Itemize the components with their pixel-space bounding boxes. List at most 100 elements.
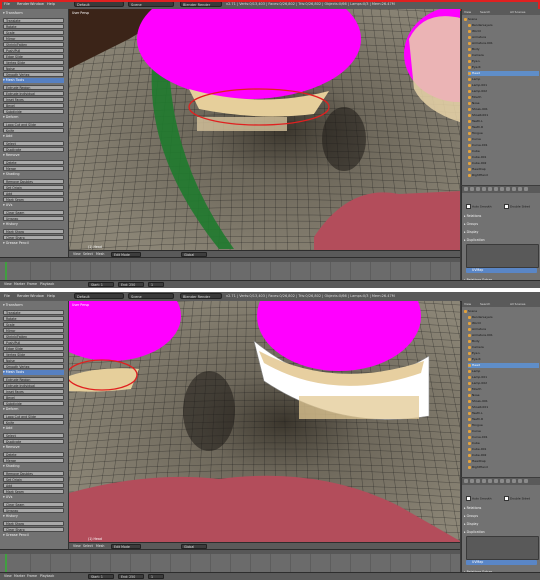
outliner-row[interactable]: Curve <box>468 429 539 434</box>
outliner-row[interactable]: Curve.001 <box>468 143 539 148</box>
tool-button-noise[interactable]: Noise <box>3 66 64 71</box>
properties-tab-icon[interactable] <box>494 187 498 191</box>
tool-button-mark-sharp[interactable]: Mark Sharp <box>3 521 64 526</box>
auto-smooth-checkbox[interactable]: Auto Smooth <box>466 204 492 209</box>
double-sided-checkbox[interactable]: Double Sided <box>504 496 530 501</box>
outliner-row[interactable]: Armature <box>468 35 539 40</box>
tool-button-edge-slide[interactable]: Edge Slide <box>3 346 64 351</box>
auto-smooth-checkbox[interactable]: Auto Smooth <box>466 496 492 501</box>
tool-button-inset-faces[interactable]: Inset Faces <box>3 97 64 102</box>
tool-button-unwrap[interactable]: Unwrap <box>3 216 64 221</box>
outliner-row[interactable]: HeadCap <box>468 459 539 464</box>
current-frame-cursor[interactable] <box>5 262 7 281</box>
properties-section-display[interactable]: ▸ Display <box>464 230 539 235</box>
outliner-row[interactable]: Body <box>468 339 539 344</box>
tool-button-rotate[interactable]: Rotate <box>3 24 64 29</box>
outliner-row[interactable]: Nose <box>468 101 539 106</box>
status-menu-playback[interactable]: Playback <box>40 282 54 287</box>
tool-button-mirror[interactable]: Mirror <box>3 328 64 333</box>
tool-button-delete[interactable]: Delete <box>3 160 64 165</box>
panel-header-add[interactable]: ▾ Add <box>3 426 64 431</box>
tool-button-extrude-individual[interactable]: Extrude Individual <box>3 383 64 388</box>
outliner-row[interactable]: Head <box>468 363 539 368</box>
status-end-field[interactable]: End: 250 <box>118 282 144 287</box>
tool-button-push-pull[interactable]: Push/Pull <box>3 340 64 345</box>
panel-header-transform[interactable]: ▾ Transform <box>3 11 64 16</box>
properties-tab-icon[interactable] <box>488 479 492 483</box>
layout-selector[interactable]: Default <box>74 293 124 299</box>
tool-button-merge[interactable]: Merge <box>3 458 64 463</box>
tool-button-clear-sharp[interactable]: Clear Sharp <box>3 235 64 240</box>
tool-button-merge[interactable]: Merge <box>3 166 64 171</box>
tool-button-knife[interactable]: Knife <box>3 420 64 425</box>
status-start-field[interactable]: Start: 1 <box>88 574 114 579</box>
outliner-row[interactable]: ShoeL.001 <box>468 107 539 112</box>
properties-tab-icon[interactable] <box>524 187 528 191</box>
outliner-row[interactable]: Teeth.L <box>468 119 539 124</box>
outliner-row[interactable]: Lamp.002 <box>468 381 539 386</box>
current-frame-cursor[interactable] <box>5 554 7 573</box>
properties-tab-icon[interactable] <box>500 479 504 483</box>
tool-button-scale[interactable]: Scale <box>3 30 64 35</box>
status-start-field[interactable]: Start: 1 <box>88 282 114 287</box>
properties-tab-icon[interactable] <box>500 187 504 191</box>
outliner-row[interactable]: RenderLayers <box>468 315 539 320</box>
properties-tab-icon[interactable] <box>482 479 486 483</box>
status-menu-frame[interactable]: Frame <box>27 574 37 579</box>
outliner-row[interactable]: Cube <box>468 149 539 154</box>
tool-button-set-origin[interactable]: Set Origin <box>3 477 64 482</box>
outliner-row[interactable]: Lamp.001 <box>468 83 539 88</box>
tool-button-rotate[interactable]: Rotate <box>3 316 64 321</box>
tool-button-vertex-slide[interactable]: Vertex Slide <box>3 60 64 65</box>
properties-tab-icon[interactable] <box>494 479 498 483</box>
render-engine-selector[interactable]: Blender Render <box>180 293 222 299</box>
tool-button-clear-seam[interactable]: Clear Seam <box>3 502 64 507</box>
panel-header-uvs[interactable]: ▾ UVs <box>3 495 64 500</box>
tool-button-extrude-region[interactable]: Extrude Region <box>3 85 64 90</box>
tool-button-subdivide[interactable]: Subdivide <box>3 401 64 406</box>
panel-header-mesh-tools[interactable]: ▾ Mesh Tools <box>3 370 64 375</box>
status-menu-view[interactable]: View <box>4 282 12 287</box>
outliner-row[interactable]: Mouth <box>468 387 539 392</box>
tool-button-smooth-vertex[interactable]: Smooth Vertex <box>3 364 64 369</box>
panel-header-shading[interactable]: ▾ Shading <box>3 464 64 469</box>
outliner-tab-search[interactable]: Search <box>480 302 490 306</box>
properties-tab-icon[interactable] <box>470 187 474 191</box>
tool-button-duplicate[interactable]: Duplicate <box>3 147 64 152</box>
properties-tab-icon[interactable] <box>512 187 516 191</box>
tool-button-remove-doubles[interactable]: Remove Doubles <box>3 179 64 184</box>
3d-viewport[interactable]: User Persp (1) Head <box>69 9 460 251</box>
properties-tab-icon[interactable] <box>518 479 522 483</box>
tool-button-duplicate[interactable]: Duplicate <box>3 439 64 444</box>
status-frame-field[interactable]: 1 <box>148 282 164 287</box>
tool-button-shrink-fatten[interactable]: Shrink/Fatten <box>3 334 64 339</box>
outliner-row[interactable]: Armature.001 <box>468 333 539 338</box>
panel-header-remove[interactable]: ▾ Remove <box>3 153 64 158</box>
properties-tab-icon[interactable] <box>518 187 522 191</box>
tool-button-mark-seam[interactable]: Mark Seam <box>3 197 64 202</box>
outliner-row[interactable]: Camera <box>468 53 539 58</box>
uv-map-selected[interactable]: UVMap <box>466 268 537 273</box>
outliner-row[interactable]: Camera <box>468 345 539 350</box>
menu-help[interactable]: Help <box>47 293 55 299</box>
properties-section-groups[interactable]: ▸ Groups <box>464 514 539 519</box>
outliner-row[interactable]: Scene <box>464 309 539 314</box>
outliner-row[interactable]: Cube <box>468 441 539 446</box>
panel-header-shading[interactable]: ▾ Shading <box>3 172 64 177</box>
outliner-row[interactable]: Eye.R <box>468 357 539 362</box>
properties-section-duplication[interactable]: ▸ Duplication <box>464 238 539 243</box>
tool-button-translate[interactable]: Translate <box>3 310 64 315</box>
tool-button-unwrap[interactable]: Unwrap <box>3 508 64 513</box>
outliner-row[interactable]: RenderLayers <box>468 23 539 28</box>
tool-button-translate[interactable]: Translate <box>3 18 64 23</box>
properties-tab-icon[interactable] <box>512 479 516 483</box>
outliner-row[interactable]: Cube.002 <box>468 453 539 458</box>
outliner-row[interactable]: World <box>468 29 539 34</box>
properties-tab-icon[interactable] <box>506 187 510 191</box>
outliner-row[interactable]: Lamp <box>468 369 539 374</box>
menu-render[interactable]: Render <box>17 293 29 299</box>
tool-button-delete[interactable]: Delete <box>3 452 64 457</box>
panel-header-uvs[interactable]: ▾ UVs <box>3 203 64 208</box>
outliner-row[interactable]: Teeth.R <box>468 125 539 130</box>
panel-header-mesh-tools[interactable]: ▾ Mesh Tools <box>3 78 64 83</box>
